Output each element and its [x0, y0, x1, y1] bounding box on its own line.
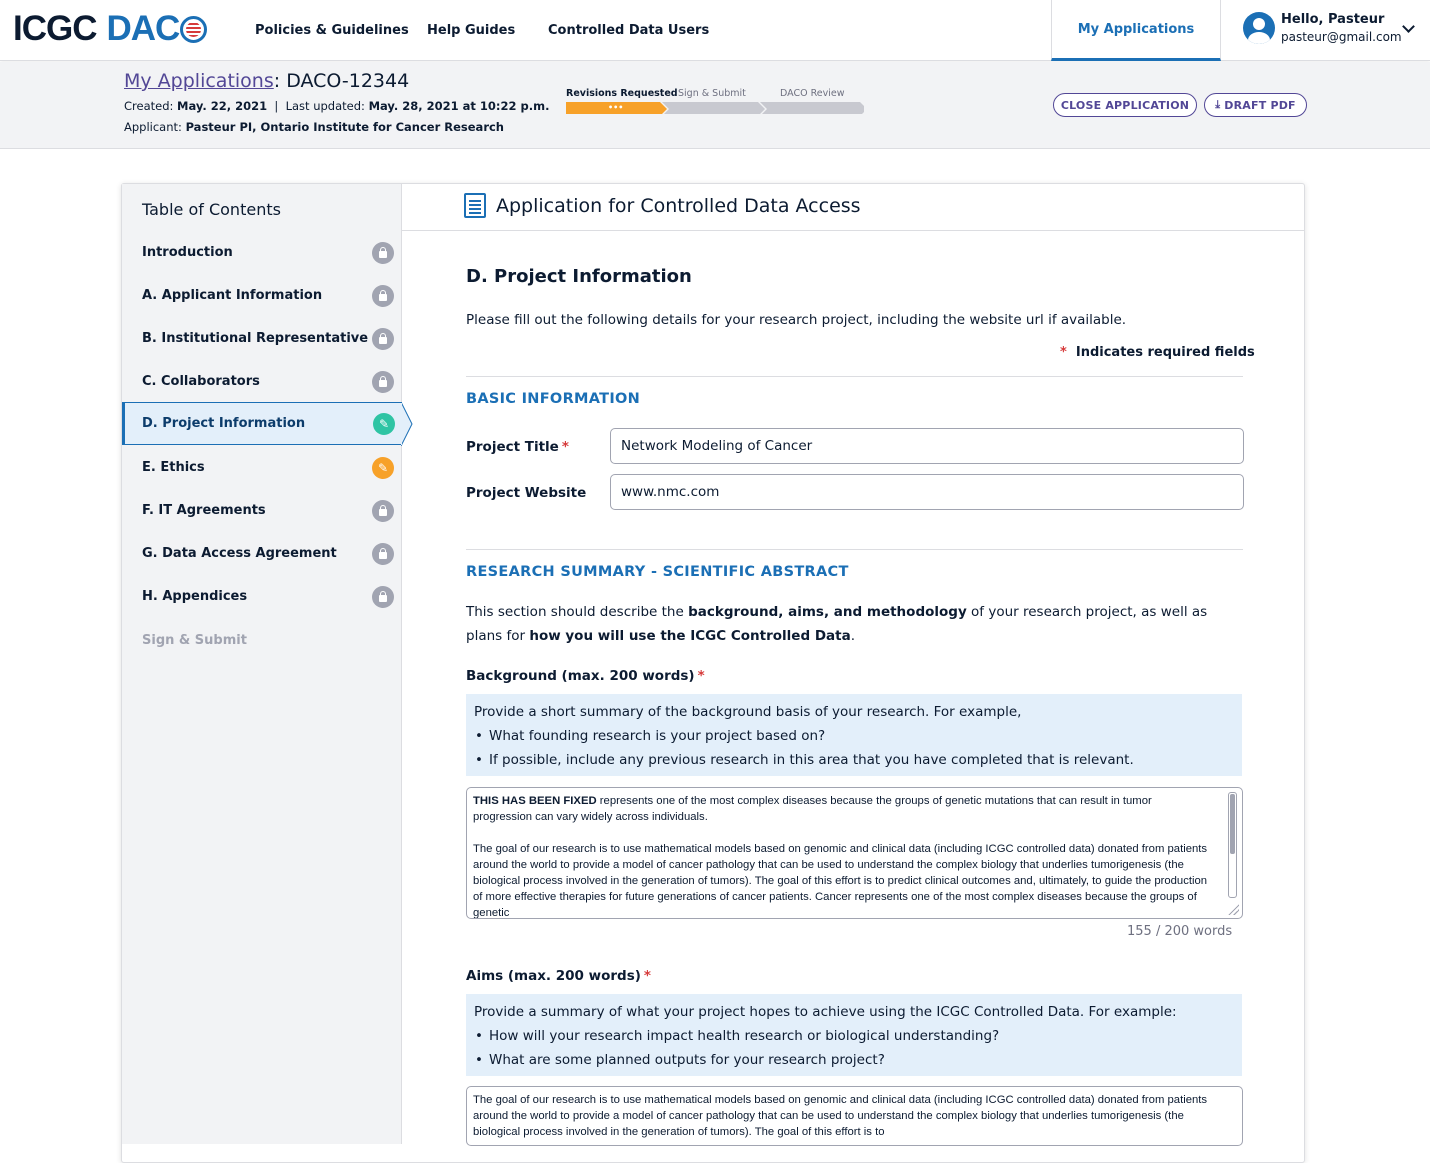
textarea-scrollbar[interactable] — [1228, 792, 1237, 898]
pencil-icon: ✎ — [372, 456, 394, 479]
table-of-contents: Table of Contents Introduction A. Applic… — [122, 184, 413, 1144]
toc-item-ethics[interactable]: E. Ethics ✎ — [122, 446, 402, 489]
draft-pdf-button[interactable]: ⤓ DRAFT PDF — [1204, 93, 1307, 117]
step-sign-submit: Sign & Submit — [678, 88, 746, 99]
background-hint: Provide a short summary of the backgroun… — [466, 694, 1242, 776]
list-item: What are some planned outputs for your r… — [474, 1048, 1234, 1072]
application-dates: Created: May. 22, 2021 | Last updated: M… — [124, 99, 550, 113]
list-item: How will your research impact health res… — [474, 1024, 1234, 1048]
active-arrow-indicator — [401, 402, 413, 446]
lock-icon — [372, 241, 394, 264]
toc-title: Table of Contents — [142, 200, 281, 219]
chevron-down-icon[interactable] — [1402, 20, 1415, 33]
aims-label: Aims (max. 200 words) * — [466, 968, 651, 984]
toc-item-applicant-information[interactable]: A. Applicant Information — [122, 274, 402, 317]
toc-item-appendices[interactable]: H. Appendices — [122, 575, 402, 618]
breadcrumb-my-applications-link[interactable]: My Applications — [124, 70, 274, 92]
basic-information-heading: BASIC INFORMATION — [466, 391, 641, 407]
step-daco-review: DACO Review — [780, 88, 845, 99]
logo-icgc-text: ICGC — [13, 9, 97, 48]
user-avatar-icon — [1243, 12, 1275, 44]
list-item: What founding research is your project b… — [474, 724, 1234, 748]
aims-textarea[interactable]: The goal of our research is to use mathe… — [466, 1086, 1243, 1146]
toc-item-project-information[interactable]: D. Project Information ✎ — [122, 402, 402, 445]
background-word-count: 155 / 200 words — [1127, 924, 1233, 939]
divider — [466, 376, 1243, 377]
updated-date: May. 28, 2021 at 10:22 p.m. — [368, 99, 550, 113]
applicant-info: Applicant: Pasteur PI, Ontario Institute… — [124, 120, 504, 134]
aims-hint: Provide a summary of what your project h… — [466, 994, 1242, 1076]
step-revisions-requested: Revisions Requested — [566, 88, 678, 99]
research-summary-heading: RESEARCH SUMMARY - SCIENTIFIC ABSTRACT — [466, 564, 849, 580]
nav-policies-guidelines[interactable]: Policies & Guidelines — [255, 0, 409, 60]
section-title: D. Project Information — [466, 266, 692, 287]
lock-icon — [372, 499, 394, 522]
logo-daco-text: DAC — [106, 9, 181, 48]
lock-icon — [372, 370, 394, 393]
resize-grip-icon[interactable] — [1227, 903, 1239, 915]
breadcrumb: My Applications: DACO-12344 — [124, 70, 409, 92]
background-label: Background (max. 200 words) * — [466, 668, 705, 684]
progress-dots: ••• — [608, 103, 624, 112]
applicant-name: Pasteur PI, Ontario Institute for Cancer… — [185, 120, 504, 134]
top-navigation-bar: ICGC DAC Policies & Guidelines Help Guid… — [0, 0, 1430, 61]
project-title-label: Project Title * — [466, 439, 569, 455]
progress-segment-review — [760, 102, 864, 114]
toc-item-sign-submit: Sign & Submit — [142, 633, 247, 648]
created-date: May. 22, 2021 — [177, 99, 268, 113]
project-title-input[interactable]: Network Modeling of Cancer — [610, 428, 1244, 464]
project-website-input[interactable]: www.nmc.com — [610, 474, 1244, 510]
nav-controlled-data-users[interactable]: Controlled Data Users — [548, 0, 709, 60]
background-textarea[interactable]: THIS HAS BEEN FIXED represents one of th… — [466, 787, 1243, 919]
icgc-daco-logo[interactable]: ICGC DAC — [13, 9, 208, 48]
download-icon: ⤓ — [1215, 98, 1221, 111]
user-email: pasteur@gmail.com — [1281, 30, 1402, 44]
project-website-label: Project Website — [466, 485, 587, 501]
lock-icon — [372, 542, 394, 565]
application-id: : DACO-12344 — [273, 70, 410, 92]
nav-help-guides[interactable]: Help Guides — [427, 0, 515, 60]
user-greeting: Hello, Pasteur — [1281, 12, 1385, 27]
tab-my-applications[interactable]: My Applications — [1051, 0, 1221, 61]
close-application-button[interactable]: CLOSE APPLICATION — [1053, 93, 1197, 117]
toc-item-introduction[interactable]: Introduction — [122, 231, 402, 274]
pencil-icon: ✎ — [373, 412, 395, 435]
toc-item-data-access-agreement[interactable]: G. Data Access Agreement — [122, 532, 402, 575]
list-item: If possible, include any previous resear… — [474, 748, 1234, 772]
form-title: Application for Controlled Data Access — [496, 195, 861, 217]
lock-icon — [372, 327, 394, 350]
lock-icon — [372, 585, 394, 608]
globe-icon — [180, 15, 208, 43]
toc-item-it-agreements[interactable]: F. IT Agreements — [122, 489, 402, 532]
form-header: Application for Controlled Data Access — [402, 184, 1304, 231]
user-menu[interactable]: Hello, Pasteur pasteur@gmail.com — [1243, 11, 1402, 45]
toc-item-collaborators[interactable]: C. Collaborators — [122, 360, 402, 403]
lock-icon — [372, 284, 394, 307]
research-summary-intro: This section should describe the backgro… — [466, 604, 1208, 644]
toc-item-institutional-representative[interactable]: B. Institutional Representative — [122, 317, 402, 360]
section-intro: Please fill out the following details fo… — [466, 312, 1127, 328]
progress-segment-sign — [662, 102, 765, 114]
document-icon — [464, 193, 486, 218]
required-fields-note: * Indicates required fields — [1060, 345, 1255, 360]
divider — [466, 549, 1243, 550]
